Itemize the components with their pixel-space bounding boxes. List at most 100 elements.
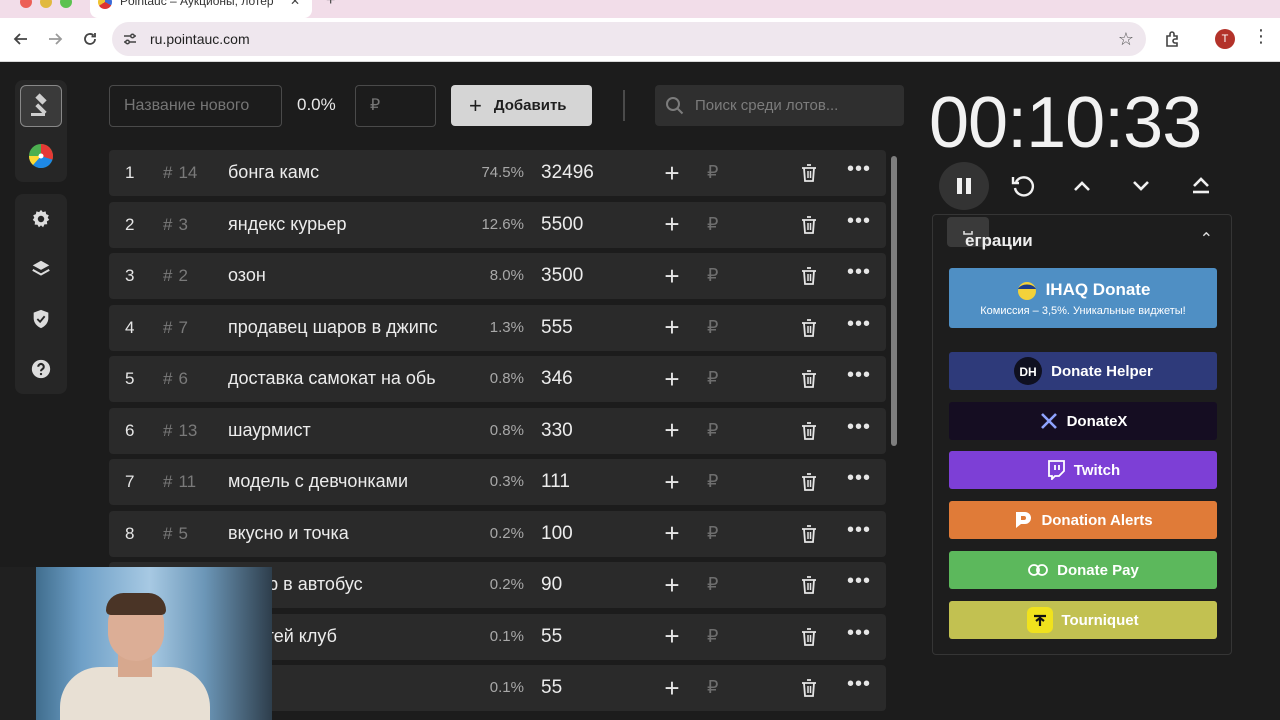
- lot-row[interactable]: 4 7 продавец шаров в джипс 1.3% 555 + ₽ •••: [109, 304, 886, 351]
- more-options-icon[interactable]: •••: [847, 467, 871, 490]
- more-options-icon[interactable]: •••: [847, 416, 871, 439]
- add-to-lot-button[interactable]: +: [660, 621, 684, 651]
- donatex-button[interactable]: DonateX: [949, 402, 1217, 440]
- lots-scrollbar[interactable]: [891, 156, 897, 446]
- add-to-lot-button[interactable]: +: [660, 261, 684, 291]
- add-to-lot-button[interactable]: +: [660, 158, 684, 188]
- lot-row[interactable]: 5 6 доставка самокат на обь 0.8% 346 + ₽ •••: [109, 356, 886, 402]
- back-icon[interactable]: [9, 27, 33, 51]
- lot-name[interactable]: модель с девчонками: [228, 471, 461, 492]
- lot-row[interactable]: 1 14 бонга камс 74.5% 32496 + ₽ •••: [109, 150, 886, 196]
- subtract-time-button[interactable]: [1116, 162, 1166, 210]
- forward-icon[interactable]: [43, 27, 67, 51]
- extensions-icon[interactable]: [1163, 29, 1183, 49]
- lot-currency[interactable]: ₽: [707, 214, 718, 235]
- close-tab-icon[interactable]: ✕: [290, 0, 300, 8]
- more-options-icon[interactable]: •••: [847, 364, 871, 387]
- add-to-lot-button[interactable]: +: [660, 415, 684, 445]
- new-lot-amount-input[interactable]: [355, 85, 436, 127]
- add-to-lot-button[interactable]: +: [660, 467, 684, 497]
- donate-pay-button[interactable]: Donate Pay: [949, 551, 1217, 589]
- site-settings-icon[interactable]: [122, 31, 138, 47]
- trash-icon[interactable]: [798, 420, 820, 442]
- collapse-chevron-icon[interactable]: ⌃: [1200, 229, 1213, 249]
- lot-row[interactable]: 7 11 модель с девчонками 0.3% 111 + ₽ •••: [109, 459, 886, 505]
- browser-tab[interactable]: Pointauc – Аукционы, лотер ✕: [90, 0, 312, 18]
- lot-row[interactable]: 8 5 вкусно и точка 0.2% 100 + ₽ •••: [109, 510, 886, 557]
- lot-currency[interactable]: ₽: [707, 626, 718, 647]
- add-lot-button[interactable]: + Добавить: [451, 85, 592, 126]
- lot-row[interactable]: 3 2 озон 8.0% 3500 + ₽ •••: [109, 253, 886, 299]
- reset-timer-button[interactable]: [998, 162, 1048, 210]
- lot-currency[interactable]: ₽: [707, 523, 718, 544]
- more-options-icon[interactable]: •••: [847, 313, 871, 336]
- add-to-lot-button[interactable]: +: [660, 673, 684, 703]
- trash-icon[interactable]: [798, 523, 820, 545]
- trash-icon[interactable]: [798, 626, 820, 648]
- reload-icon[interactable]: [78, 27, 102, 51]
- add-to-lot-button[interactable]: +: [660, 364, 684, 394]
- add-to-lot-button[interactable]: +: [660, 312, 684, 342]
- lot-currency[interactable]: ₽: [707, 265, 718, 286]
- lot-name[interactable]: вкусно и точка: [228, 523, 461, 544]
- more-options-icon[interactable]: •••: [847, 519, 871, 542]
- trash-icon[interactable]: [798, 677, 820, 699]
- bookmark-star-icon[interactable]: ☆: [1118, 29, 1134, 50]
- trash-icon[interactable]: [798, 471, 820, 493]
- lot-amount: 55: [541, 677, 563, 698]
- double-add-time-button[interactable]: [1176, 162, 1226, 210]
- lot-name[interactable]: озон: [228, 265, 461, 286]
- lot-currency[interactable]: ₽: [707, 677, 718, 698]
- lot-currency[interactable]: ₽: [707, 574, 718, 595]
- lot-row[interactable]: 6 13 шаурмист 0.8% 330 + ₽ •••: [109, 407, 886, 454]
- trash-icon[interactable]: [798, 574, 820, 596]
- profile-avatar[interactable]: T: [1215, 29, 1235, 49]
- lot-currency[interactable]: ₽: [707, 471, 718, 492]
- add-to-lot-button[interactable]: +: [660, 209, 684, 239]
- zoom-window-dot[interactable]: [60, 0, 72, 8]
- tourniquet-button[interactable]: Tourniquet: [949, 601, 1217, 639]
- sidebar-item-help[interactable]: [20, 348, 62, 390]
- lot-name[interactable]: шаурмист: [228, 420, 461, 441]
- more-options-icon[interactable]: •••: [847, 622, 871, 645]
- sidebar-item-wheel[interactable]: [20, 135, 62, 177]
- trash-icon[interactable]: [798, 214, 820, 236]
- lot-name[interactable]: яндекс курьер: [228, 214, 461, 235]
- lot-search-input[interactable]: Поиск среди лотов...: [655, 85, 904, 126]
- add-time-button[interactable]: [1057, 162, 1107, 210]
- lot-name[interactable]: доставка самокат на обь: [228, 368, 461, 389]
- more-options-icon[interactable]: •••: [847, 570, 871, 593]
- twitch-button[interactable]: Twitch: [949, 451, 1217, 489]
- trash-icon[interactable]: [798, 162, 820, 184]
- sidebar-item-layers[interactable]: [20, 248, 62, 290]
- close-window-dot[interactable]: [20, 0, 32, 8]
- lot-currency[interactable]: ₽: [707, 317, 718, 338]
- lot-name[interactable]: продавец шаров в джипс: [228, 317, 461, 338]
- sidebar-item-security[interactable]: [20, 298, 62, 340]
- lot-row[interactable]: 2 3 яндекс курьер 12.6% 5500 + ₽ •••: [109, 201, 886, 248]
- add-to-lot-button[interactable]: +: [660, 518, 684, 548]
- trash-icon[interactable]: [798, 317, 820, 339]
- trash-icon[interactable]: [798, 368, 820, 390]
- ihaq-donate-button[interactable]: IHAQ Donate Комиссия – 3,5%. Уникальные …: [949, 268, 1217, 328]
- pause-button[interactable]: [939, 162, 989, 210]
- more-options-icon[interactable]: •••: [847, 210, 871, 233]
- more-options-icon[interactable]: •••: [847, 673, 871, 696]
- donation-alerts-button[interactable]: Donation Alerts: [949, 501, 1217, 539]
- more-options-icon[interactable]: •••: [847, 261, 871, 284]
- lot-currency[interactable]: ₽: [707, 162, 718, 183]
- lot-currency[interactable]: ₽: [707, 368, 718, 389]
- new-tab-icon[interactable]: +: [326, 0, 335, 10]
- lot-name[interactable]: бонга камс: [228, 162, 461, 183]
- trash-icon[interactable]: [798, 265, 820, 287]
- minimize-window-dot[interactable]: [40, 0, 52, 8]
- browser-menu-icon[interactable]: ⋮: [1252, 26, 1270, 47]
- sidebar-item-auction[interactable]: [20, 85, 62, 127]
- donate-helper-button[interactable]: DH Donate Helper: [949, 352, 1217, 390]
- lot-currency[interactable]: ₽: [707, 420, 718, 441]
- add-to-lot-button[interactable]: +: [660, 570, 684, 600]
- address-bar[interactable]: ru.pointauc.com ☆: [112, 22, 1146, 56]
- new-lot-name-input[interactable]: [109, 85, 282, 127]
- more-options-icon[interactable]: •••: [847, 158, 871, 181]
- sidebar-item-settings[interactable]: [20, 198, 62, 240]
